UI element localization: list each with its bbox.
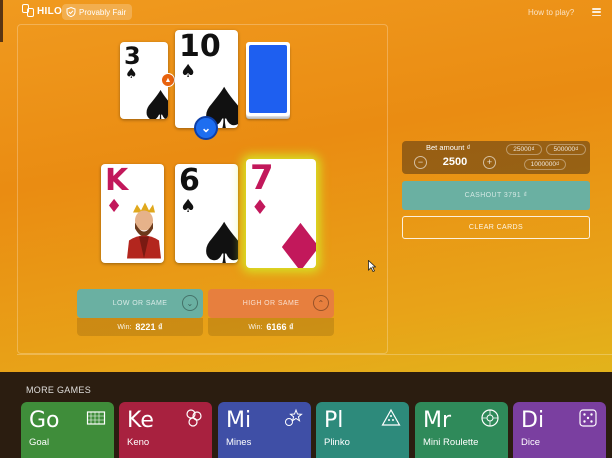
low-or-same-label: LOW OR SAME [112,300,168,307]
more-games-list: Go Goal Ke Keno Mi Mines Pl Plinko Mr Mi… [21,402,612,458]
tile-name: Plinko [324,437,350,448]
low-or-same-button[interactable]: LOW OR SAME ⌄ [77,289,203,318]
diamond-icon: ♦ [251,195,269,219]
card-rank: K [105,164,129,198]
tile-name: Mines [226,437,252,448]
tile-name: Dice [521,437,541,448]
tile-name: Goal [29,437,50,448]
card-rank: 3 [124,42,141,70]
history-card-king: K ♦ [101,164,164,263]
diamond-icon: ♦ [106,196,123,217]
high-win-display: Win: 6166 ₫ [208,318,334,336]
game-tile-dice[interactable]: Di Dice [513,402,606,458]
dice-icon [579,409,597,427]
tile-abbr: Ke [127,408,154,433]
game-tile-plinko[interactable]: Pl Plinko [316,402,409,458]
logo-text: HILO [37,5,63,17]
card-rank: 6 [179,164,200,198]
win-label: Win: [248,323,263,331]
more-games-title: MORE GAMES [26,385,92,395]
tile-abbr: Go [29,408,60,433]
chevron-down-icon: ⌄ [182,295,198,311]
card-deck [246,42,290,116]
current-card: 10 ♠ ♠ [175,30,238,128]
top-bar: HILO Provably Fair How to play? [0,0,612,24]
game-tile-mini-roulette[interactable]: Mr Mini Roulette [415,402,508,458]
king-portrait-icon [127,202,161,259]
tile-abbr: Pl [324,408,344,433]
hilo-logo: HILO [22,4,62,18]
quick-bet-button[interactable]: 1000000₫ [524,159,566,170]
tile-abbr: Mi [226,408,252,433]
hilo-logo-icon [22,4,34,18]
bet-amount-panel: Bet amount ₫ − 2500 + 25000₫ 500000₫ 100… [402,141,590,174]
card-back-face [249,45,287,113]
high-or-same-label: HIGH OR SAME [242,300,300,307]
keno-balls-icon [186,409,202,427]
tile-abbr: Mr [423,408,452,433]
tile-abbr: Di [521,408,545,433]
board-divider [17,354,612,372]
spade-icon: ♠ [180,61,197,82]
chevron-up-icon: ⌃ [313,295,329,311]
shield-check-icon [66,7,76,17]
how-to-play-link[interactable]: How to play? [528,8,574,17]
mouse-cursor-icon [368,260,376,272]
decrease-bet-button[interactable]: − [414,155,427,169]
stars-icon [285,408,303,426]
spade-icon: ♠ [196,209,238,264]
bet-amount-label: Bet amount ₫ [426,143,471,152]
quick-bet-button[interactable]: 500000₫ [546,144,586,155]
plinko-triangle-icon [381,408,401,426]
bet-amount-stepper: − 2500 + [414,154,496,170]
tile-name: Keno [127,437,150,448]
low-win-value: 8221 ₫ [135,322,163,332]
lower-guess-icon: ⌄ [194,116,218,140]
diamond-icon: ♦ [270,210,316,269]
tile-name: Mini Roulette [423,437,479,448]
cashout-button[interactable]: CASHOUT 3791 ₫ [402,181,590,210]
clear-cards-button[interactable]: CLEAR CARDS [402,216,590,239]
low-win-display: Win: 8221 ₫ [77,318,203,336]
goal-net-icon [86,411,106,425]
game-tile-keno[interactable]: Ke Keno [119,402,212,458]
game-tile-mines[interactable]: Mi Mines [218,402,311,458]
roulette-wheel-icon [481,409,499,427]
spade-icon: ♠ [180,196,197,217]
card-rank: 7 [250,159,274,198]
high-win-value: 6166 ₫ [266,322,294,332]
higher-guess-icon: ▲ [161,73,175,87]
hamburger-menu-icon[interactable] [592,8,601,16]
increase-bet-button[interactable]: + [482,155,496,169]
card-rank: 10 [179,30,221,64]
win-label: Win: [117,323,132,331]
quick-bet-button[interactable]: 25000₫ [506,144,542,155]
provably-fair-label: Provably Fair [79,7,127,17]
high-or-same-button[interactable]: HIGH OR SAME ⌃ [208,289,334,318]
provably-fair-button[interactable]: Provably Fair [62,4,133,20]
bet-amount-input[interactable]: 2500 [443,156,467,168]
history-card-seven: 7 ♦ ♦ [246,159,316,268]
history-card-six: 6 ♠ ♠ [175,164,238,263]
game-tile-goal[interactable]: Go Goal [21,402,114,458]
spade-icon: ♠ [138,81,168,119]
spade-icon: ♠ [125,66,138,82]
